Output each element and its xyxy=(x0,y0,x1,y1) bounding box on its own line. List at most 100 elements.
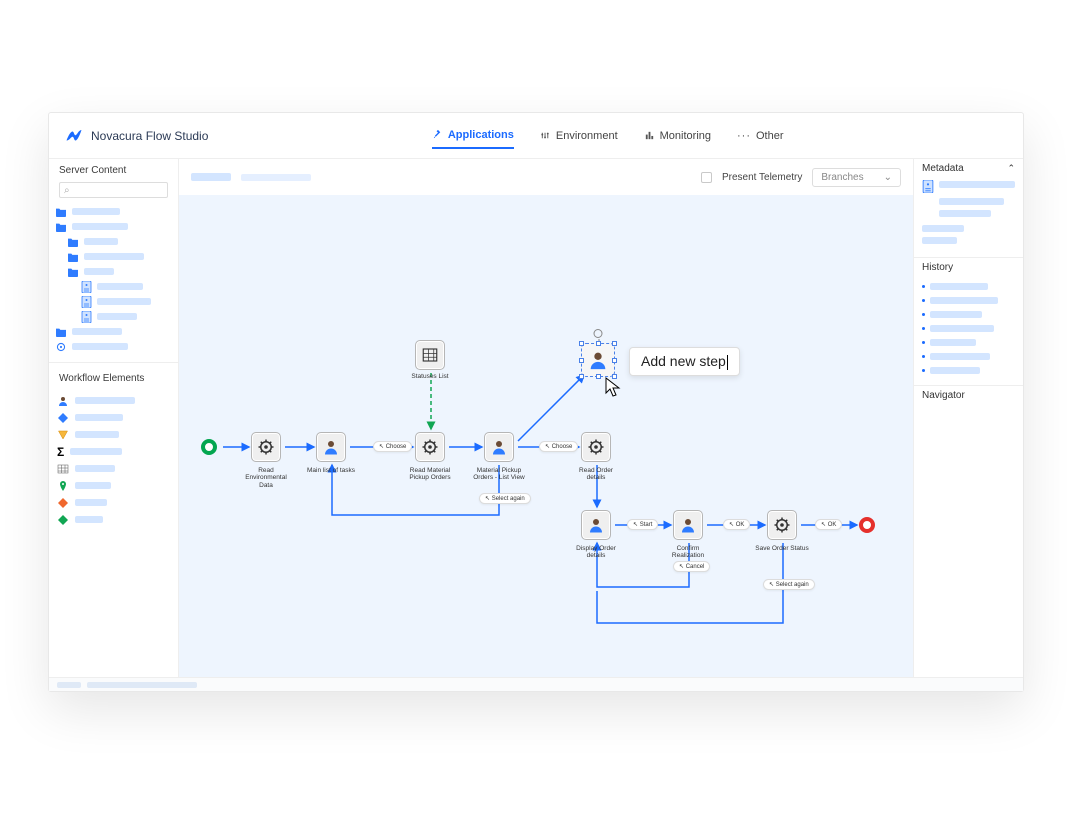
tree-file[interactable] xyxy=(55,294,172,309)
folder-icon xyxy=(55,207,67,217)
file-icon xyxy=(81,296,92,308)
palette-wait[interactable] xyxy=(57,426,170,443)
diamond-blue-icon xyxy=(57,412,69,424)
history-item[interactable] xyxy=(922,335,1015,349)
history-item[interactable] xyxy=(922,293,1015,307)
chevron-down-icon: ⌄ xyxy=(884,172,892,183)
node-save-order[interactable] xyxy=(767,510,797,540)
cursor-icon xyxy=(605,377,621,397)
resize-handle[interactable] xyxy=(579,341,584,346)
tree-gear-item[interactable] xyxy=(55,339,172,354)
history-item[interactable] xyxy=(922,307,1015,321)
palette-decision[interactable] xyxy=(57,409,170,426)
tree-folder[interactable] xyxy=(55,234,172,249)
user-icon xyxy=(587,516,605,534)
palette-user-step[interactable] xyxy=(57,392,170,409)
right-pane: Metadata ⌃ History xyxy=(913,159,1023,677)
node-label: Read Environmental Data xyxy=(240,467,292,489)
diamond-orange-icon xyxy=(57,497,69,509)
main-tabs: Applications Environment Monitoring ··· … xyxy=(432,123,784,149)
history-panel: History xyxy=(914,257,1023,385)
node-main-tasks[interactable] xyxy=(316,432,346,462)
resize-handle[interactable] xyxy=(596,341,601,346)
node-label: Display Order details xyxy=(569,545,623,560)
tree-file[interactable] xyxy=(55,279,172,294)
resize-handle[interactable] xyxy=(579,358,584,363)
tab-monitoring[interactable]: Monitoring xyxy=(644,123,711,149)
history-item[interactable] xyxy=(922,349,1015,363)
telemetry-checkbox[interactable] xyxy=(701,172,712,183)
center-pane: Present Telemetry Branches ⌄ xyxy=(179,159,913,677)
telemetry-label: Present Telemetry xyxy=(722,172,802,183)
collapse-icon[interactable]: ⌃ xyxy=(1007,163,1015,174)
resize-handle[interactable] xyxy=(596,374,601,379)
workflow-canvas[interactable]: Read Environmental Data Main list of tas… xyxy=(179,195,913,677)
tab-other-label: Other xyxy=(756,130,784,142)
diamond-green-icon xyxy=(57,514,69,526)
tab-applications[interactable]: Applications xyxy=(432,123,514,149)
app-title: Novacura Flow Studio xyxy=(91,129,208,143)
node-confirm[interactable] xyxy=(673,510,703,540)
history-item[interactable] xyxy=(922,363,1015,377)
user-icon xyxy=(587,349,609,371)
gear-icon xyxy=(587,438,605,456)
tree-folder[interactable] xyxy=(55,204,172,219)
node-read-environmental tal[interactable] xyxy=(251,432,281,462)
app-window: Novacura Flow Studio Applications Enviro… xyxy=(48,112,1024,692)
edge-label-choose: ↖ Choose xyxy=(539,441,578,452)
edge-label-select-again: ↖ Select again xyxy=(763,579,815,590)
node-label: Material Pickup Orders - List View xyxy=(468,467,530,482)
new-step-name-input[interactable]: Add new step xyxy=(629,347,740,376)
user-icon xyxy=(322,438,340,456)
tab-other[interactable]: ··· Other xyxy=(737,123,784,149)
tree-folder[interactable] xyxy=(55,324,172,339)
node-read-mpo[interactable] xyxy=(415,432,445,462)
tree-folder[interactable] xyxy=(55,219,172,234)
edge-label-cancel: ↖ Cancel xyxy=(673,561,710,572)
element-palette: Σ xyxy=(49,388,178,532)
tree-folder[interactable] xyxy=(55,264,172,279)
node-read-order[interactable] xyxy=(581,432,611,462)
edge-label-choose: ↖ Choose xyxy=(373,441,412,452)
flow-start[interactable] xyxy=(201,439,217,455)
node-new-step-selected[interactable] xyxy=(581,343,615,377)
search-input[interactable]: ⌕ xyxy=(59,182,168,198)
file-icon xyxy=(81,311,92,323)
resize-handle[interactable] xyxy=(612,341,617,346)
tree-folder[interactable] xyxy=(55,249,172,264)
node-display-order[interactable] xyxy=(581,510,611,540)
history-item[interactable] xyxy=(922,321,1015,335)
grid-icon xyxy=(421,346,439,364)
gear-icon xyxy=(773,516,791,534)
node-mpo-list[interactable] xyxy=(484,432,514,462)
branches-dropdown[interactable]: Branches ⌄ xyxy=(812,168,901,187)
palette-list[interactable] xyxy=(57,460,170,477)
user-icon xyxy=(679,516,697,534)
server-content-title: Server Content xyxy=(49,159,178,180)
folder-icon xyxy=(67,252,79,262)
history-item[interactable] xyxy=(922,279,1015,293)
palette-diamond-green[interactable] xyxy=(57,511,170,528)
folder-icon xyxy=(67,267,79,277)
node-label: Read Material Pickup Orders xyxy=(402,467,458,482)
palette-aggregate[interactable]: Σ xyxy=(57,443,170,460)
metadata-panel: Metadata ⌃ xyxy=(914,159,1023,257)
tree-file[interactable] xyxy=(55,309,172,324)
palette-pin[interactable] xyxy=(57,477,170,494)
content: Server Content ⌕ xyxy=(49,159,1023,677)
flow-end[interactable] xyxy=(859,517,875,533)
tab-monitoring-label: Monitoring xyxy=(660,130,711,142)
node-label: Confirm Realization xyxy=(661,545,715,560)
ellipsis-icon: ··· xyxy=(737,130,751,142)
palette-diamond-orange[interactable] xyxy=(57,494,170,511)
tab-environment[interactable]: Environment xyxy=(540,123,618,149)
rotate-handle-icon[interactable] xyxy=(594,329,603,338)
resize-handle[interactable] xyxy=(612,358,617,363)
resize-handle[interactable] xyxy=(579,374,584,379)
server-tree xyxy=(49,204,178,358)
node-statuses-list[interactable] xyxy=(415,340,445,370)
file-icon xyxy=(81,281,92,293)
topbar: Novacura Flow Studio Applications Enviro… xyxy=(49,113,1023,159)
folder-icon xyxy=(67,237,79,247)
edge-label-start: ↖ Start xyxy=(627,519,658,530)
